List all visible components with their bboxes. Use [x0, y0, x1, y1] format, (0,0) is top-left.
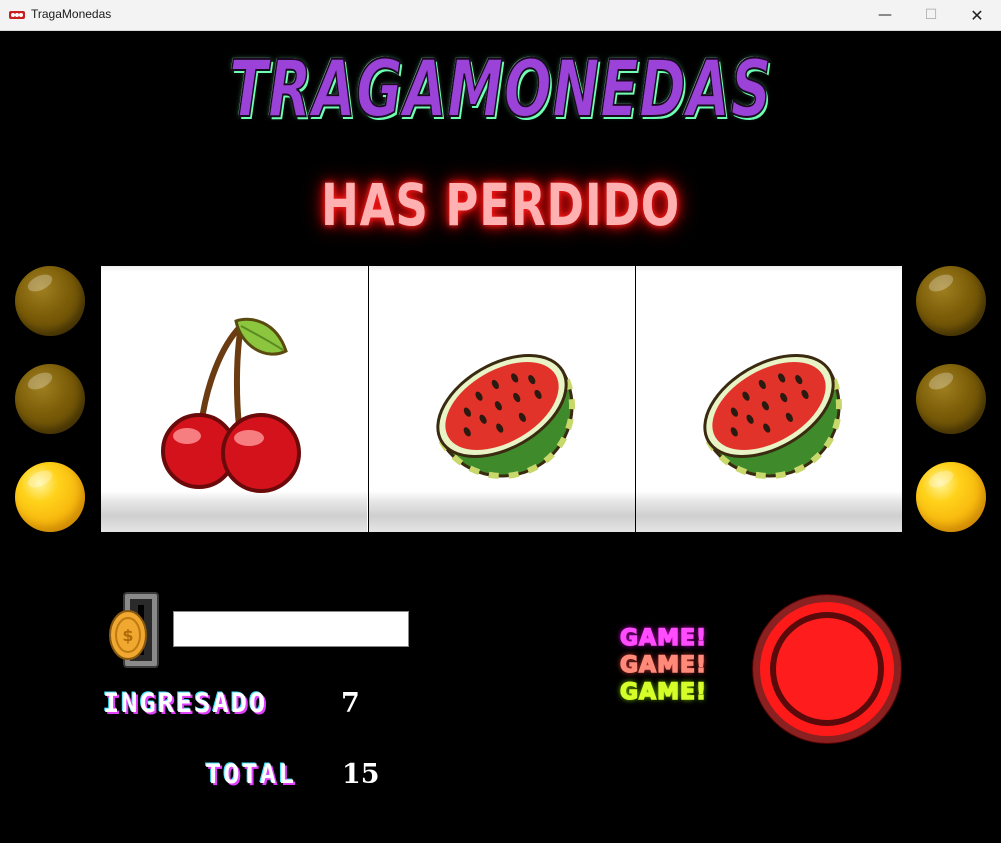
lamp-left-1 [15, 266, 85, 336]
lamp-right-2 [916, 364, 986, 434]
ingresado-label: INGRESADO [103, 688, 268, 719]
game-sign-line-1: GAME! [619, 625, 708, 652]
coin-slot-icon: $ [109, 592, 159, 668]
reels [101, 266, 902, 532]
game-neon-sign: GAME! GAME! GAME! [619, 625, 720, 706]
cherry-icon [161, 317, 301, 493]
minimize-button[interactable]: — [862, 0, 908, 30]
game-stage: Tragamonedas HAS PERDIDO [0, 31, 1001, 843]
reel-1 [101, 266, 367, 532]
window-title: TragaMonedas [31, 7, 112, 21]
game-sign-line-2: GAME! [619, 652, 708, 679]
reel-2 [368, 266, 635, 532]
close-button[interactable]: ✕ [954, 0, 1000, 30]
watermelon-icon [436, 354, 575, 479]
ingresado-value: 7 [341, 688, 360, 719]
window-titlebar: TragaMonedas — ☐ ✕ [0, 0, 1001, 31]
game-title: Tragamonedas [228, 44, 772, 136]
lamp-left-2 [15, 364, 85, 434]
watermelon-icon [703, 354, 842, 479]
svg-text:$: $ [122, 626, 133, 645]
bet-input[interactable] [173, 611, 409, 647]
maximize-button[interactable]: ☐ [908, 0, 954, 30]
game-sign-line-3: GAME! [619, 679, 708, 706]
total-value: 15 [342, 759, 380, 790]
lamp-left-3 [15, 462, 85, 532]
app-icon [9, 11, 25, 19]
spin-button[interactable] [753, 595, 901, 743]
status-message: HAS PERDIDO [320, 171, 681, 239]
lamp-right-1 [916, 266, 986, 336]
reel-3 [635, 266, 902, 532]
total-label: TOTAL [205, 759, 297, 790]
lamp-right-3 [916, 462, 986, 532]
